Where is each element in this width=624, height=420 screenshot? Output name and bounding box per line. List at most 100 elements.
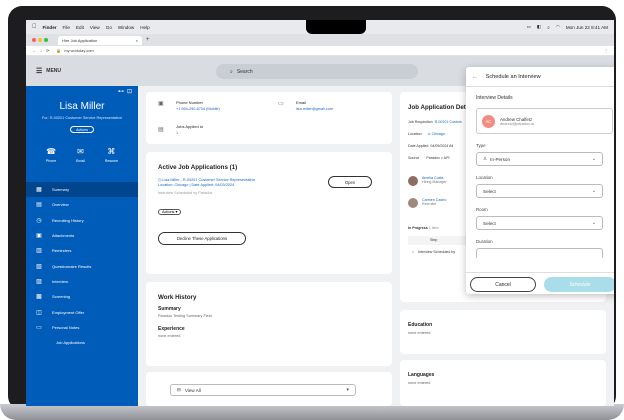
languages-card: Languages none entered <box>400 360 606 406</box>
sidebar-item-job-applications[interactable]: Job Applications <box>26 335 138 350</box>
active-applications-card: Active Job Applications (1) ◷ Lisa Mille… <box>146 152 392 274</box>
close-tab-icon[interactable]: × <box>136 38 138 43</box>
sidebar-item-label: Reminders <box>52 248 72 254</box>
menu-view[interactable]: View <box>90 25 100 30</box>
education-value: none entered <box>408 331 431 335</box>
sidebar-item-recruiting-history[interactable]: ◷ Recruiting History <box>26 213 138 228</box>
sidebar-item-reminders[interactable]: ▥ Reminders <box>26 243 138 258</box>
candidate-name: Lisa Miller <box>59 101 105 112</box>
menu-help[interactable]: Help <box>140 25 149 30</box>
duration-select[interactable] <box>476 248 603 258</box>
application-job-link[interactable]: ◷ Lisa Miller - R-00201 Customer Service… <box>158 177 255 182</box>
new-tab-button[interactable]: + <box>146 37 150 43</box>
phone-number-value[interactable]: +1 954-290-8734 (Mobile) <box>176 107 220 111</box>
window-minimize-icon[interactable] <box>38 38 42 42</box>
more-icon[interactable]: ⋮ <box>604 48 608 53</box>
sidebar-item-screening[interactable]: ▩ Screening <box>26 289 138 304</box>
type-label: Type <box>476 143 486 148</box>
checklist-icon: ▩ <box>36 294 42 301</box>
location-select[interactable]: Select ⌄ <box>476 184 603 198</box>
calendar-icon: ▥ <box>36 248 42 255</box>
url-text[interactable]: my.workday.com <box>64 48 93 53</box>
room-select[interactable]: Select ⌄ <box>476 216 603 230</box>
control-center-icon[interactable]: ◧ <box>537 24 541 30</box>
decline-applications-button[interactable]: Decline These Applications <box>158 232 246 245</box>
window-close-icon[interactable] <box>32 38 36 42</box>
back-arrow-icon[interactable]: ← <box>472 74 478 80</box>
application-status: Interview Scheduled by Paradox <box>158 191 213 195</box>
table-header-step: Step <box>430 238 438 242</box>
contact-actions: ☎ Phone ✉ Email ⌘ Resume <box>26 147 138 163</box>
open-button[interactable]: Open <box>328 176 372 188</box>
email-value[interactable]: lisa.miller@gmail.com <box>296 107 333 111</box>
menu-window[interactable]: Window <box>118 25 134 30</box>
sidebar-item-label: Recruiting History <box>52 217 84 223</box>
email-label: Email <box>76 159 85 163</box>
sidebar-item-questionnaire-results[interactable]: ▧ Questionnaire Results <box>26 258 138 273</box>
chevron-down-icon: ▾ <box>175 210 178 214</box>
sidebar-nav: ▦ Summary ▤ Overview ◷ Recruiting History ▣… <box>26 182 138 350</box>
in-progress-count: 1 item <box>428 226 439 230</box>
sidebar-item-interview[interactable]: ▨ Interview <box>26 274 138 289</box>
application-actions-button[interactable]: Actions ▾ <box>158 209 182 215</box>
resume-action[interactable]: ⌘ Resume <box>105 147 118 163</box>
menu-finder[interactable]: Finder <box>43 25 57 30</box>
languages-title: Languages <box>408 372 435 378</box>
profile-actions-button[interactable]: Actions <box>70 126 94 133</box>
browser-tab[interactable]: Hire Job Application × <box>58 35 142 45</box>
battery-icon[interactable]: ▭ <box>527 24 531 30</box>
person-role: Recruiter <box>422 202 437 206</box>
sidebar-item-label: Summary <box>52 187 70 193</box>
detail-row: Location ⊙ Chicago <box>408 132 445 136</box>
profile-sidebar: ⊷ ⊡ Lisa Miller For: R-00201 Customer Se… <box>26 86 138 406</box>
sidebar-item-label: Attachments <box>52 233 75 239</box>
experience-value: none entered <box>158 334 181 338</box>
menu-file[interactable]: File <box>63 25 70 30</box>
sidebar-item-label: Screening <box>52 294 71 300</box>
search-placeholder: Search <box>236 68 253 75</box>
phone-number-label: Phone Number <box>176 100 203 105</box>
room-label: Room <box>476 207 488 212</box>
wifi-icon[interactable]: ◠ <box>556 24 560 30</box>
sidebar-item-summary[interactable]: ▦ Summary <box>26 182 138 198</box>
chevron-down-icon: ⌄ <box>591 188 596 194</box>
search-icon[interactable]: ⌕ <box>547 25 550 30</box>
location-label: Location <box>476 175 493 180</box>
email-action[interactable]: ✉ Email <box>76 147 85 163</box>
hiring-manager: Amelia Costa Hiring Manager <box>422 176 447 184</box>
sidebar-item-employment-offer[interactable]: ◫ Employment Offer <box>26 304 138 319</box>
toggle-icon[interactable]: ⊷ <box>118 88 124 95</box>
detail-value[interactable]: R-00201 Custom <box>435 120 462 124</box>
sidebar-item-attachments[interactable]: ▣ Attachments <box>26 228 138 243</box>
clock[interactable]: Mon Jun 22 8:41 AM <box>566 25 608 30</box>
menu-edit[interactable]: Edit <box>76 25 84 30</box>
expand-icon[interactable]: ⊡ <box>127 88 132 95</box>
window-zoom-icon[interactable] <box>44 38 48 42</box>
apple-icon[interactable]:  <box>32 24 37 30</box>
menu-go[interactable]: Go <box>106 25 112 30</box>
menu-button[interactable]: ☰ MENU <box>36 67 61 75</box>
interviewer-email: andrew@paradox.ai <box>500 121 535 126</box>
document-icon: ▤ <box>158 127 164 133</box>
offer-icon: ◫ <box>36 309 42 316</box>
person-role: Hiring Manager <box>422 180 447 184</box>
recruiter: Carmen Castro Recruiter <box>422 198 446 206</box>
detail-value[interactable]: Chicago <box>432 132 445 136</box>
interviewer-card[interactable]: AC Andrew Chalfetz andrew@paradox.ai <box>476 108 613 134</box>
navigation-icons[interactable]: ←→⟳ <box>32 48 52 53</box>
summary-value: Paradox Testing Summary Field <box>158 314 212 318</box>
email-label: Email <box>296 100 307 105</box>
phone-action[interactable]: ☎ Phone <box>46 147 56 163</box>
sidebar-item-overview[interactable]: ▤ Overview <box>26 197 138 212</box>
sidebar-item-personal-notes[interactable]: ▭ Personal Notes <box>26 320 138 335</box>
schedule-button[interactable]: Schedule <box>544 277 614 292</box>
search-input[interactable]: ⌕ Search <box>216 64 418 79</box>
detail-value: 04/09/2024 All <box>430 144 454 148</box>
type-select[interactable]: ♙ In-Person ⌄ <box>476 152 603 166</box>
detail-row: Job Requisition R-00201 Custom <box>408 120 462 124</box>
cancel-button[interactable]: Cancel <box>470 277 536 292</box>
application-location: Location: Chicago | Date Applied: 04/03/… <box>158 183 235 187</box>
detail-row: Date Applied 04/09/2024 All <box>408 144 453 148</box>
address-bar: ←→⟳ 🔒 my.workday.com ⋮ <box>26 46 614 56</box>
view-all-select[interactable]: ⊟ View All ▾ <box>170 384 356 396</box>
